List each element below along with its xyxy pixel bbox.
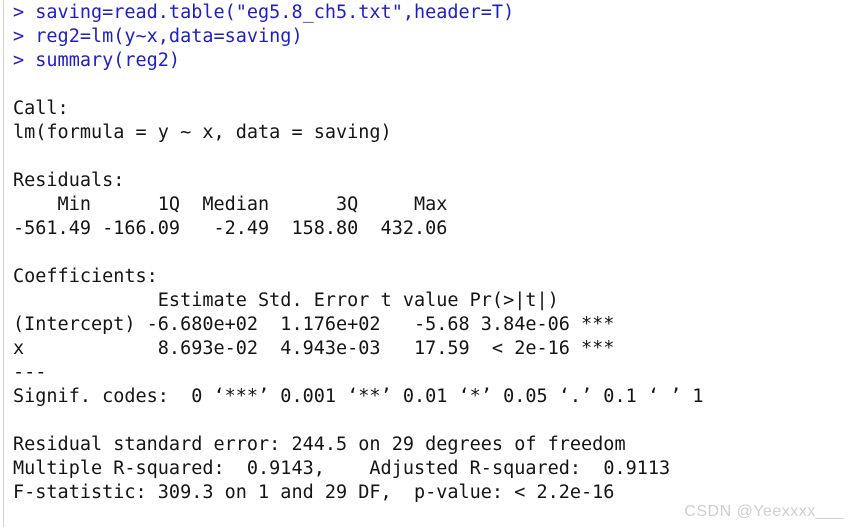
console-blank-line-2 (13, 145, 853, 169)
call-formula: lm(formula = y ~ x, data = saving) (13, 122, 392, 143)
console-line-list: > saving=read.table("eg5.8_ch5.txt",head… (13, 1, 853, 505)
console-command-line-1[interactable]: > saving=read.table("eg5.8_ch5.txt",head… (13, 1, 853, 25)
console-blank-line-1 (13, 73, 853, 97)
coefficients-row-x: x 8.693e-02 4.943e-03 17.59 < 2e-16 *** (13, 338, 615, 359)
signif-codes-legend: Signif. codes: 0 ‘***’ 0.001 ‘**’ 0.01 ‘… (13, 386, 704, 407)
residuals-header-row: Min 1Q Median 3Q Max (13, 194, 459, 215)
console-blank-line-4 (13, 409, 853, 433)
console-command-line-3[interactable]: > summary(reg2) (13, 49, 853, 73)
csdn-watermark: CSDN @Yeexxxx___ (684, 503, 844, 520)
r-squared-line: Multiple R-squared: 0.9143, Adjusted R-s… (13, 458, 682, 479)
r-console-output-pane[interactable]: > saving=read.table("eg5.8_ch5.txt",head… (0, 0, 858, 527)
call-heading: Call: (13, 98, 69, 119)
residuals-values-row: -561.49 -166.09 -2.49 158.80 432.06 (13, 218, 459, 239)
console-blank-line-3 (13, 241, 853, 265)
coefficients-header-row: Estimate Std. Error t value Pr(>|t|) (13, 290, 604, 311)
console-left-rule (3, 0, 4, 527)
console-command-line-2[interactable]: > reg2=lm(y~x,data=saving) (13, 25, 853, 49)
residuals-heading: Residuals: (13, 170, 125, 191)
coefficients-heading: Coefficients: (13, 266, 158, 287)
coefficients-row-intercept: (Intercept) -6.680e+02 1.176e+02 -5.68 3… (13, 314, 615, 335)
f-statistic-line: F-statistic: 309.3 on 1 and 29 DF, p-val… (13, 482, 615, 503)
signif-separator: --- (13, 362, 47, 383)
residual-standard-error-line: Residual standard error: 244.5 on 29 deg… (13, 434, 626, 455)
